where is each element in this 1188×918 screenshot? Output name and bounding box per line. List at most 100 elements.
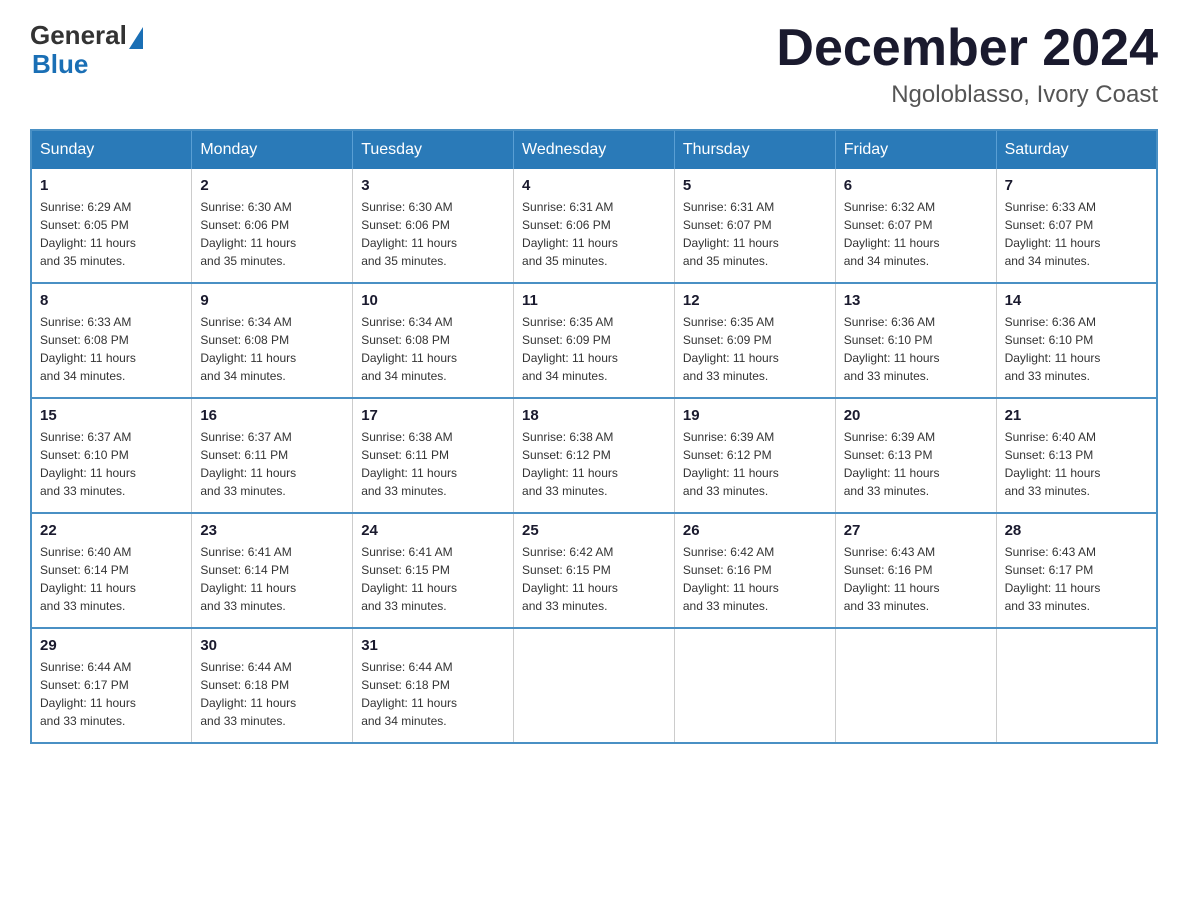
- day-number: 11: [522, 292, 666, 309]
- day-number: 7: [1005, 177, 1148, 194]
- day-number: 3: [361, 177, 505, 194]
- calendar-day-cell: 8 Sunrise: 6:33 AMSunset: 6:08 PMDayligh…: [31, 283, 192, 398]
- day-info: Sunrise: 6:31 AMSunset: 6:06 PMDaylight:…: [522, 200, 618, 268]
- calendar-day-cell: 19 Sunrise: 6:39 AMSunset: 6:12 PMDaylig…: [674, 398, 835, 513]
- day-info: Sunrise: 6:42 AMSunset: 6:15 PMDaylight:…: [522, 545, 618, 613]
- day-number: 31: [361, 637, 505, 654]
- weekday-header-wednesday: Wednesday: [514, 130, 675, 169]
- day-number: 27: [844, 522, 988, 539]
- title-area: December 2024 Ngoloblasso, Ivory Coast: [776, 20, 1158, 109]
- day-number: 21: [1005, 407, 1148, 424]
- calendar-day-cell: 10 Sunrise: 6:34 AMSunset: 6:08 PMDaylig…: [353, 283, 514, 398]
- day-number: 8: [40, 292, 183, 309]
- day-number: 19: [683, 407, 827, 424]
- calendar-day-cell: 17 Sunrise: 6:38 AMSunset: 6:11 PMDaylig…: [353, 398, 514, 513]
- day-info: Sunrise: 6:30 AMSunset: 6:06 PMDaylight:…: [361, 200, 457, 268]
- calendar-day-cell: [835, 628, 996, 743]
- calendar-day-cell: 30 Sunrise: 6:44 AMSunset: 6:18 PMDaylig…: [192, 628, 353, 743]
- calendar-day-cell: 14 Sunrise: 6:36 AMSunset: 6:10 PMDaylig…: [996, 283, 1157, 398]
- day-info: Sunrise: 6:43 AMSunset: 6:17 PMDaylight:…: [1005, 545, 1101, 613]
- calendar-day-cell: 18 Sunrise: 6:38 AMSunset: 6:12 PMDaylig…: [514, 398, 675, 513]
- day-info: Sunrise: 6:43 AMSunset: 6:16 PMDaylight:…: [844, 545, 940, 613]
- day-number: 13: [844, 292, 988, 309]
- day-number: 4: [522, 177, 666, 194]
- day-info: Sunrise: 6:36 AMSunset: 6:10 PMDaylight:…: [1005, 315, 1101, 383]
- day-number: 9: [200, 292, 344, 309]
- calendar-day-cell: 5 Sunrise: 6:31 AMSunset: 6:07 PMDayligh…: [674, 169, 835, 283]
- day-info: Sunrise: 6:34 AMSunset: 6:08 PMDaylight:…: [200, 315, 296, 383]
- location-subtitle: Ngoloblasso, Ivory Coast: [776, 81, 1158, 109]
- day-number: 26: [683, 522, 827, 539]
- calendar-week-row: 8 Sunrise: 6:33 AMSunset: 6:08 PMDayligh…: [31, 283, 1157, 398]
- calendar-day-cell: 15 Sunrise: 6:37 AMSunset: 6:10 PMDaylig…: [31, 398, 192, 513]
- day-number: 28: [1005, 522, 1148, 539]
- day-info: Sunrise: 6:38 AMSunset: 6:12 PMDaylight:…: [522, 430, 618, 498]
- day-info: Sunrise: 6:31 AMSunset: 6:07 PMDaylight:…: [683, 200, 779, 268]
- day-info: Sunrise: 6:42 AMSunset: 6:16 PMDaylight:…: [683, 545, 779, 613]
- calendar-day-cell: 22 Sunrise: 6:40 AMSunset: 6:14 PMDaylig…: [31, 513, 192, 628]
- day-number: 5: [683, 177, 827, 194]
- calendar-day-cell: 31 Sunrise: 6:44 AMSunset: 6:18 PMDaylig…: [353, 628, 514, 743]
- day-info: Sunrise: 6:36 AMSunset: 6:10 PMDaylight:…: [844, 315, 940, 383]
- calendar-day-cell: [996, 628, 1157, 743]
- day-info: Sunrise: 6:44 AMSunset: 6:18 PMDaylight:…: [200, 660, 296, 728]
- calendar-day-cell: 1 Sunrise: 6:29 AMSunset: 6:05 PMDayligh…: [31, 169, 192, 283]
- calendar-day-cell: 23 Sunrise: 6:41 AMSunset: 6:14 PMDaylig…: [192, 513, 353, 628]
- day-number: 17: [361, 407, 505, 424]
- day-info: Sunrise: 6:39 AMSunset: 6:13 PMDaylight:…: [844, 430, 940, 498]
- day-number: 25: [522, 522, 666, 539]
- day-number: 16: [200, 407, 344, 424]
- day-info: Sunrise: 6:29 AMSunset: 6:05 PMDaylight:…: [40, 200, 136, 268]
- weekday-header-saturday: Saturday: [996, 130, 1157, 169]
- day-number: 22: [40, 522, 183, 539]
- day-info: Sunrise: 6:39 AMSunset: 6:12 PMDaylight:…: [683, 430, 779, 498]
- day-number: 10: [361, 292, 505, 309]
- weekday-header-tuesday: Tuesday: [353, 130, 514, 169]
- day-number: 2: [200, 177, 344, 194]
- day-info: Sunrise: 6:40 AMSunset: 6:13 PMDaylight:…: [1005, 430, 1101, 498]
- day-info: Sunrise: 6:40 AMSunset: 6:14 PMDaylight:…: [40, 545, 136, 613]
- calendar-day-cell: [514, 628, 675, 743]
- day-info: Sunrise: 6:41 AMSunset: 6:14 PMDaylight:…: [200, 545, 296, 613]
- day-info: Sunrise: 6:37 AMSunset: 6:10 PMDaylight:…: [40, 430, 136, 498]
- calendar-day-cell: 16 Sunrise: 6:37 AMSunset: 6:11 PMDaylig…: [192, 398, 353, 513]
- day-info: Sunrise: 6:33 AMSunset: 6:07 PMDaylight:…: [1005, 200, 1101, 268]
- day-info: Sunrise: 6:41 AMSunset: 6:15 PMDaylight:…: [361, 545, 457, 613]
- weekday-header-thursday: Thursday: [674, 130, 835, 169]
- day-number: 23: [200, 522, 344, 539]
- day-number: 14: [1005, 292, 1148, 309]
- day-number: 24: [361, 522, 505, 539]
- day-info: Sunrise: 6:44 AMSunset: 6:18 PMDaylight:…: [361, 660, 457, 728]
- day-number: 29: [40, 637, 183, 654]
- logo-triangle-icon: [129, 27, 143, 49]
- calendar-day-cell: 24 Sunrise: 6:41 AMSunset: 6:15 PMDaylig…: [353, 513, 514, 628]
- logo: General Blue: [30, 20, 143, 80]
- calendar-day-cell: 20 Sunrise: 6:39 AMSunset: 6:13 PMDaylig…: [835, 398, 996, 513]
- weekday-header-monday: Monday: [192, 130, 353, 169]
- day-number: 12: [683, 292, 827, 309]
- weekday-header-friday: Friday: [835, 130, 996, 169]
- day-info: Sunrise: 6:44 AMSunset: 6:17 PMDaylight:…: [40, 660, 136, 728]
- weekday-header-sunday: Sunday: [31, 130, 192, 169]
- logo-general-text: General: [30, 20, 127, 51]
- day-info: Sunrise: 6:35 AMSunset: 6:09 PMDaylight:…: [522, 315, 618, 383]
- calendar-day-cell: [674, 628, 835, 743]
- calendar-week-row: 29 Sunrise: 6:44 AMSunset: 6:17 PMDaylig…: [31, 628, 1157, 743]
- calendar-day-cell: 25 Sunrise: 6:42 AMSunset: 6:15 PMDaylig…: [514, 513, 675, 628]
- page-header: General Blue December 2024 Ngoloblasso, …: [30, 20, 1158, 109]
- calendar-week-row: 15 Sunrise: 6:37 AMSunset: 6:10 PMDaylig…: [31, 398, 1157, 513]
- day-info: Sunrise: 6:33 AMSunset: 6:08 PMDaylight:…: [40, 315, 136, 383]
- month-title: December 2024: [776, 20, 1158, 77]
- calendar-day-cell: 2 Sunrise: 6:30 AMSunset: 6:06 PMDayligh…: [192, 169, 353, 283]
- calendar-day-cell: 6 Sunrise: 6:32 AMSunset: 6:07 PMDayligh…: [835, 169, 996, 283]
- calendar-day-cell: 4 Sunrise: 6:31 AMSunset: 6:06 PMDayligh…: [514, 169, 675, 283]
- day-number: 18: [522, 407, 666, 424]
- calendar-week-row: 1 Sunrise: 6:29 AMSunset: 6:05 PMDayligh…: [31, 169, 1157, 283]
- day-info: Sunrise: 6:30 AMSunset: 6:06 PMDaylight:…: [200, 200, 296, 268]
- day-number: 20: [844, 407, 988, 424]
- day-info: Sunrise: 6:35 AMSunset: 6:09 PMDaylight:…: [683, 315, 779, 383]
- calendar-day-cell: 13 Sunrise: 6:36 AMSunset: 6:10 PMDaylig…: [835, 283, 996, 398]
- calendar-day-cell: 3 Sunrise: 6:30 AMSunset: 6:06 PMDayligh…: [353, 169, 514, 283]
- calendar-day-cell: 9 Sunrise: 6:34 AMSunset: 6:08 PMDayligh…: [192, 283, 353, 398]
- day-number: 30: [200, 637, 344, 654]
